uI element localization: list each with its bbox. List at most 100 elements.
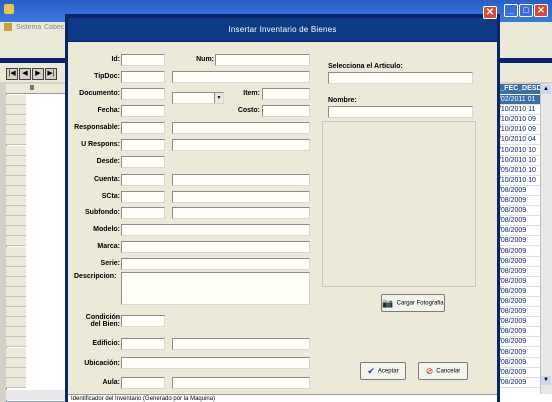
row-header[interactable] <box>6 236 26 247</box>
scta-name-field[interactable] <box>172 191 310 203</box>
date-cell[interactable]: 5/10/2010 10 <box>495 146 545 156</box>
date-column-header[interactable]: F_FEC_DESDE <box>494 84 546 94</box>
date-cell[interactable]: 5/10/2010 04 <box>495 135 545 146</box>
row-header[interactable] <box>6 105 26 116</box>
documento-combo[interactable]: ▼ <box>172 92 224 104</box>
minimize-icon[interactable]: _ <box>504 4 518 17</box>
ubicacion-field[interactable] <box>121 357 310 369</box>
grid-vertical-scrollbar[interactable] <box>540 84 552 394</box>
row-header[interactable] <box>6 175 26 186</box>
aula-name-field[interactable] <box>172 377 310 389</box>
responsable-name-field[interactable] <box>172 122 310 134</box>
date-cell[interactable]: 4/05/2010 10 <box>495 166 545 176</box>
aceptar-button[interactable]: ✔ Aceptar <box>360 362 406 380</box>
date-cell[interactable]: 7/08/2009 <box>495 247 545 257</box>
cuenta-name-field[interactable] <box>172 174 310 186</box>
condicion-field[interactable] <box>121 315 165 327</box>
nav-last-button[interactable]: ▶| <box>45 68 57 80</box>
subfondo-code-field[interactable] <box>121 207 165 219</box>
row-header[interactable] <box>6 206 26 217</box>
row-header[interactable] <box>6 276 26 287</box>
row-header[interactable] <box>6 357 26 368</box>
u-respons-name-field[interactable] <box>172 139 310 151</box>
row-header[interactable] <box>6 145 26 156</box>
row-header[interactable] <box>6 317 26 328</box>
tipdoc-name-field[interactable] <box>172 71 310 83</box>
row-header[interactable] <box>6 266 26 277</box>
date-cell[interactable]: 7/08/2009 <box>495 307 545 318</box>
date-cell[interactable]: 5/10/2010 10 <box>495 156 545 166</box>
date-cell[interactable]: 7/08/2009 <box>495 257 545 267</box>
date-cell[interactable]: 5/10/2010 09 <box>495 115 545 126</box>
date-cell[interactable]: 7/08/2009 <box>495 327 545 338</box>
date-cell[interactable]: 7/08/2009 <box>495 317 545 328</box>
marca-field[interactable] <box>121 241 310 253</box>
chevron-down-icon[interactable]: ▼ <box>214 93 223 103</box>
date-cell[interactable]: 7/08/2009 <box>495 277 545 287</box>
row-header[interactable] <box>6 337 26 348</box>
nav-prev-button[interactable]: ◀ <box>19 68 31 80</box>
row-header[interactable] <box>6 347 26 358</box>
row-header[interactable] <box>6 125 26 136</box>
row-header[interactable] <box>6 246 26 257</box>
date-cell[interactable]: 7/08/2009 <box>495 206 545 217</box>
grid-horizontal-scrollbar[interactable] <box>6 390 66 400</box>
subfondo-name-field[interactable] <box>172 207 310 219</box>
descripcion-textarea[interactable] <box>121 272 310 305</box>
documento-field[interactable] <box>121 88 165 100</box>
fecha-field[interactable] <box>121 105 165 117</box>
menu-cabecera[interactable]: Cabec <box>44 24 64 31</box>
date-cell[interactable]: 7/08/2009 <box>495 287 545 297</box>
serie-field[interactable] <box>121 258 310 270</box>
row-header[interactable] <box>6 286 26 297</box>
row-header[interactable] <box>6 185 26 196</box>
id-field[interactable] <box>121 54 165 66</box>
edificio-name-field[interactable] <box>172 338 310 350</box>
row-header[interactable] <box>6 297 26 307</box>
row-header[interactable] <box>6 256 26 267</box>
row-header[interactable] <box>6 196 26 206</box>
scta-code-field[interactable] <box>121 191 165 203</box>
dialog-close-icon[interactable]: ✕ <box>483 6 497 19</box>
date-cell[interactable]: 7/08/2009 <box>495 186 545 196</box>
date-cell[interactable]: 5/10/2010 11 <box>495 105 545 116</box>
date-cell[interactable]: 7/08/2009 <box>495 368 545 378</box>
row-header[interactable] <box>6 115 26 126</box>
row-header[interactable] <box>6 327 26 338</box>
row-header[interactable] <box>6 216 26 227</box>
date-cell[interactable]: 5/10/2010 09 <box>495 125 545 136</box>
item-field[interactable] <box>262 88 310 100</box>
num-field[interactable] <box>215 54 310 66</box>
maximize-icon[interactable]: □ <box>519 4 533 17</box>
scroll-up-icon[interactable]: ▲ <box>541 85 551 94</box>
nav-next-button[interactable]: ▶ <box>32 68 44 80</box>
date-cell[interactable]: 7/08/2009 <box>495 358 545 368</box>
date-cell[interactable]: 9/02/2011 01 <box>495 95 545 105</box>
row-header[interactable] <box>6 367 26 378</box>
date-cell[interactable]: 7/08/2009 <box>495 337 545 348</box>
row-header[interactable] <box>6 307 26 318</box>
date-cell[interactable]: 7/08/2009 <box>495 226 545 237</box>
date-cell[interactable]: 7/08/2009 <box>495 297 545 307</box>
tipdoc-code-field[interactable] <box>121 71 165 83</box>
date-cell[interactable]: 7/08/2009 <box>495 348 545 358</box>
row-header[interactable] <box>6 95 26 105</box>
aula-code-field[interactable] <box>121 377 165 389</box>
app-close-icon[interactable]: ✕ <box>534 4 548 17</box>
cargar-foto-button[interactable]: 📷 Cargar Fotografia <box>381 294 445 312</box>
row-header[interactable] <box>6 165 26 176</box>
row-header[interactable] <box>6 135 26 146</box>
nav-first-button[interactable]: |◀ <box>6 68 18 80</box>
responsable-code-field[interactable] <box>121 122 165 134</box>
date-cell[interactable]: 7/08/2009 <box>495 216 545 227</box>
date-cell[interactable]: 7/08/2009 <box>495 267 545 277</box>
row-header[interactable] <box>6 377 26 388</box>
cancelar-button[interactable]: ⊘ Cancelar <box>418 362 468 380</box>
modelo-field[interactable] <box>121 224 310 236</box>
costo-field[interactable] <box>262 105 310 117</box>
scroll-down-icon[interactable]: ▼ <box>541 376 551 385</box>
desde-field[interactable] <box>121 156 165 168</box>
u-respons-code-field[interactable] <box>121 139 165 151</box>
date-cell[interactable]: 7/08/2009 <box>495 378 545 388</box>
row-header[interactable] <box>6 155 26 166</box>
